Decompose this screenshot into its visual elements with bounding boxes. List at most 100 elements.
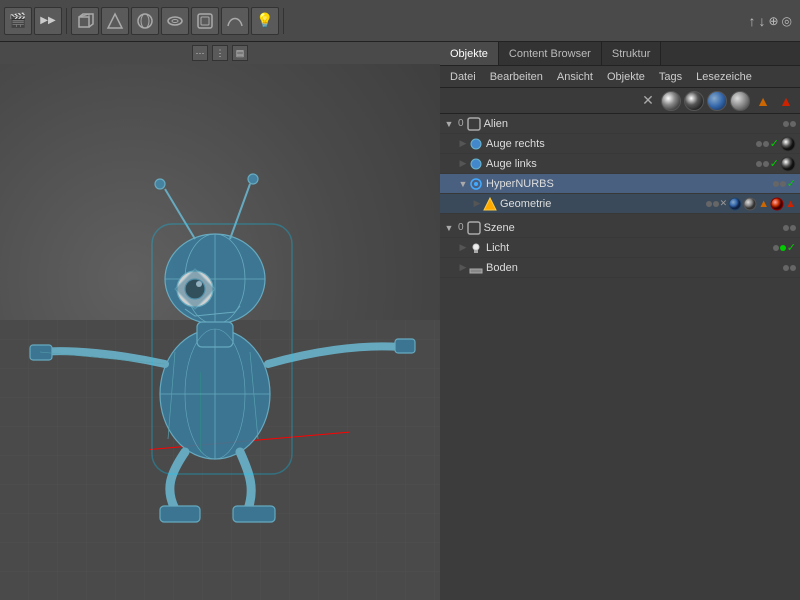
boden-right bbox=[783, 265, 796, 271]
auge-links-right: ✓ bbox=[756, 156, 796, 172]
geo-dot2 bbox=[713, 201, 719, 207]
tab-content-browser[interactable]: Content Browser bbox=[499, 42, 602, 65]
separator-1 bbox=[66, 8, 67, 34]
subdiv-button[interactable] bbox=[191, 7, 219, 35]
viewport-toolbar: ⋯ ⋮ ▤ bbox=[0, 42, 440, 64]
separator-2 bbox=[283, 8, 284, 34]
menu-lesezeiche[interactable]: Lesezeiche bbox=[690, 69, 758, 85]
geo-ball1 bbox=[728, 197, 742, 211]
alien-icon bbox=[466, 116, 482, 132]
expand-boden[interactable]: ▶ bbox=[458, 262, 468, 273]
hypernurbs-icon bbox=[468, 176, 484, 192]
nav-orbit-icon[interactable]: ◎ bbox=[782, 14, 792, 28]
viewport-canvas[interactable] bbox=[0, 64, 440, 600]
light-button[interactable]: 💡 bbox=[251, 7, 279, 35]
ant-model bbox=[20, 84, 420, 534]
al-ball bbox=[780, 156, 796, 172]
mat-icon-triangle[interactable]: ▲ bbox=[753, 91, 773, 111]
ar-dot2 bbox=[763, 141, 769, 147]
geo-dot1 bbox=[706, 201, 712, 207]
auge-rechts-icon bbox=[468, 136, 484, 152]
menu-objekte[interactable]: Objekte bbox=[601, 69, 651, 85]
hn-check: ✓ bbox=[787, 177, 796, 190]
alien-dot2 bbox=[790, 121, 796, 127]
al-dot1 bbox=[756, 161, 762, 167]
geometrie-right: ✕ ▲ ▲ bbox=[706, 197, 796, 211]
tree-row-auge-rechts[interactable]: ▶ Auge rechts ✓ bbox=[440, 134, 800, 154]
tree-row-alien[interactable]: ▼ 0 Alien bbox=[440, 114, 800, 134]
nav-pan-icon[interactable]: ⊕ bbox=[768, 14, 778, 28]
vp-btn-3[interactable]: ▤ bbox=[232, 45, 248, 61]
viewport-3d[interactable]: ⋯ ⋮ ▤ bbox=[0, 42, 440, 600]
expand-hypernurbs[interactable]: ▼ bbox=[458, 179, 468, 189]
szene-label: Szene bbox=[484, 222, 783, 234]
nurbs-button[interactable] bbox=[221, 7, 249, 35]
expand-alien[interactable]: ▼ bbox=[444, 119, 454, 129]
sphere-button[interactable] bbox=[131, 7, 159, 35]
auge-rechts-right: ✓ bbox=[756, 136, 796, 152]
tree-row-auge-links[interactable]: ▶ Auge links ✓ bbox=[440, 154, 800, 174]
tree-row-hypernurbs[interactable]: ▼ HyperNURBS ✓ bbox=[440, 174, 800, 194]
geo-ball2 bbox=[743, 197, 757, 211]
menu-ansicht[interactable]: Ansicht bbox=[551, 69, 599, 85]
hn-dot1 bbox=[773, 181, 779, 187]
li-dot1 bbox=[773, 245, 779, 251]
menu-tags[interactable]: Tags bbox=[653, 69, 688, 85]
mat-ball-4[interactable] bbox=[730, 91, 750, 111]
tree-row-geometrie[interactable]: ▶ Geometrie ✕ bbox=[440, 194, 800, 214]
al-check: ✓ bbox=[770, 157, 779, 170]
geometrie-icon bbox=[482, 196, 498, 212]
geo-tri1: ▲ bbox=[758, 198, 769, 210]
geometrie-label: Geometrie bbox=[500, 198, 706, 210]
mat-ball-2[interactable] bbox=[684, 91, 704, 111]
vp-btn-1[interactable]: ⋯ bbox=[192, 45, 208, 61]
mat-icon-triangle-red[interactable]: ▲ bbox=[776, 91, 796, 111]
alien-level-icon: 0 bbox=[458, 118, 464, 129]
szene-level-icon: 0 bbox=[458, 222, 464, 233]
vp-btn-2[interactable]: ⋮ bbox=[212, 45, 228, 61]
alien-dot1 bbox=[783, 121, 789, 127]
hn-dot2 bbox=[780, 181, 786, 187]
tab-objekte[interactable]: Objekte bbox=[440, 42, 499, 65]
hypernurbs-label: HyperNURBS bbox=[486, 178, 773, 190]
tab-struktur[interactable]: Struktur bbox=[602, 42, 662, 65]
menu-bar: Datei Bearbeiten Ansicht Objekte Tags Le… bbox=[440, 66, 800, 88]
geo-mat-icon: ✕ bbox=[720, 198, 728, 209]
play-button[interactable]: ▶▶ bbox=[34, 7, 62, 35]
expand-auge-rechts[interactable]: ▶ bbox=[458, 138, 468, 149]
main-area: ⋯ ⋮ ▤ bbox=[0, 42, 800, 600]
auge-links-icon bbox=[468, 156, 484, 172]
mat-ball-3[interactable] bbox=[707, 91, 727, 111]
tree-row-boden[interactable]: ▶ Boden bbox=[440, 258, 800, 278]
geo-tri2: ▲ bbox=[785, 198, 796, 210]
boden-icon bbox=[468, 260, 484, 276]
cube-button[interactable] bbox=[71, 7, 99, 35]
szene-icon bbox=[466, 220, 482, 236]
ar-check: ✓ bbox=[770, 137, 779, 150]
expand-szene[interactable]: ▼ bbox=[444, 223, 454, 233]
menu-datei[interactable]: Datei bbox=[444, 69, 482, 85]
nav-down-icon[interactable]: ↓ bbox=[758, 13, 765, 29]
expand-auge-links[interactable]: ▶ bbox=[458, 158, 468, 169]
mat-icon-cross[interactable]: ✕ bbox=[638, 91, 658, 111]
tree-row-licht[interactable]: ▶ Licht ✓ bbox=[440, 238, 800, 258]
li-dot2 bbox=[780, 245, 786, 251]
szene-right bbox=[783, 225, 796, 231]
expand-geometrie[interactable]: ▶ bbox=[472, 198, 482, 209]
film-button[interactable]: 🎬 bbox=[4, 7, 32, 35]
bo-dot2 bbox=[790, 265, 796, 271]
geo-ball3 bbox=[770, 197, 784, 211]
object-tree[interactable]: ▼ 0 Alien ▶ Auge rechts bbox=[440, 114, 800, 600]
licht-right: ✓ bbox=[773, 241, 796, 254]
expand-licht[interactable]: ▶ bbox=[458, 242, 468, 253]
tree-row-szene[interactable]: ▼ 0 Szene bbox=[440, 218, 800, 238]
menu-bearbeiten[interactable]: Bearbeiten bbox=[484, 69, 549, 85]
mat-ball-1[interactable] bbox=[661, 91, 681, 111]
ar-ball bbox=[780, 136, 796, 152]
li-check: ✓ bbox=[787, 241, 796, 254]
torus-button[interactable] bbox=[161, 7, 189, 35]
cone-button[interactable] bbox=[101, 7, 129, 35]
sz-dot1 bbox=[783, 225, 789, 231]
nav-up-icon[interactable]: ↑ bbox=[748, 13, 755, 29]
alien-right bbox=[783, 121, 796, 127]
